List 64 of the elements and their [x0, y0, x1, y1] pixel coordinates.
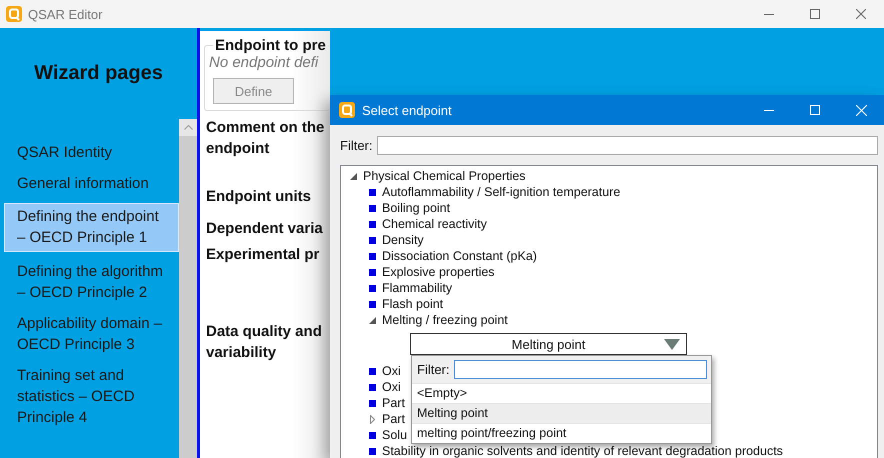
bullet-icon	[369, 284, 376, 292]
sidebar-item[interactable]: Training set and statistics – OECD Principle 4	[0, 364, 179, 429]
tree-item[interactable]: Autoflammability / Self-ignition temperature	[382, 185, 620, 199]
bullet-icon	[369, 400, 376, 406]
filter-field[interactable]	[376, 136, 878, 155]
bullet-icon	[369, 268, 376, 276]
sidebar-item[interactable]: General information	[0, 172, 179, 195]
endpoint-dropdown[interactable]: Melting point	[410, 333, 687, 355]
tree-item[interactable]: Stability in organic solvents and identity of relevant degradation products	[382, 444, 783, 458]
dropdown-option[interactable]: Melting point	[412, 403, 711, 423]
field-label: Dependent varia	[205, 219, 324, 239]
tree-item[interactable]: Part	[382, 412, 405, 426]
collapse-arrow-icon[interactable]	[350, 172, 357, 180]
group-title: Endpoint to pre	[214, 37, 327, 54]
sidebar-item[interactable]: Applicability domain – OECD Principle 3	[0, 312, 179, 356]
tree-item[interactable]: Flammability	[382, 281, 452, 295]
maximize-icon	[810, 105, 820, 115]
close-icon	[856, 104, 866, 116]
bullet-icon	[369, 236, 376, 244]
app-logo-icon	[6, 6, 22, 22]
bullet-icon	[369, 300, 376, 308]
bullet-icon	[369, 204, 376, 212]
dialog-title: Select endpoint	[362, 102, 452, 118]
tree-item[interactable]: Oxi	[382, 380, 401, 394]
sidebar-item[interactable]: QSAR Identity	[0, 141, 179, 164]
sidebar-title: Wizard pages	[34, 62, 163, 85]
sidebar-item[interactable]: Defining the algorithm – OECD Principle 2	[0, 260, 179, 304]
field-label: Data quality and variability	[205, 322, 323, 363]
status-text: No endpoint defi	[209, 54, 320, 71]
bullet-icon	[369, 188, 376, 196]
filter-label: Filter:	[340, 138, 372, 153]
scrollbar[interactable]	[179, 119, 197, 458]
field-label: Experimental pr	[205, 245, 320, 265]
tree-item[interactable]: Chemical reactivity	[382, 217, 487, 231]
bullet-icon	[369, 220, 376, 228]
bullet-icon	[369, 368, 376, 374]
bullet-icon	[369, 252, 376, 260]
field-label: Endpoint units	[205, 187, 312, 207]
tree-item[interactable]: Flash point	[382, 297, 444, 311]
field-label: Comment on the endpoint	[205, 118, 326, 159]
tree-item[interactable]: Part	[382, 396, 405, 410]
bullet-icon	[369, 448, 376, 454]
tree-item[interactable]: Melting / freezing point	[382, 313, 508, 327]
tree-item[interactable]: Boiling point	[382, 201, 450, 215]
dropdown-option[interactable]: melting point/freezing point	[412, 423, 711, 443]
sidebar-item[interactable]: Defining the endpoint – OECD Principle 1	[4, 203, 179, 252]
tree-item[interactable]: Dissociation Constant (pKa)	[382, 249, 537, 263]
window-title: QSAR Editor	[28, 6, 102, 22]
bullet-icon	[369, 432, 376, 438]
maximize-icon	[810, 9, 820, 19]
collapse-arrow-icon[interactable]	[369, 316, 376, 324]
tree-item[interactable]: Solu	[382, 428, 408, 442]
tree-item[interactable]: Density	[382, 233, 424, 247]
filter-field[interactable]	[454, 360, 707, 379]
tree-item[interactable]: Physical Chemical Properties	[363, 169, 526, 183]
caret-icon	[664, 339, 680, 350]
app-logo-icon	[339, 102, 355, 118]
expand-arrow-icon[interactable]	[370, 414, 375, 424]
close-icon	[856, 9, 866, 19]
filter-label: Filter:	[417, 362, 450, 377]
tree-item[interactable]: Oxi	[382, 364, 401, 378]
bullet-icon	[369, 384, 376, 390]
tree-item[interactable]: Explosive properties	[382, 265, 495, 279]
scroll-up-icon[interactable]	[184, 125, 192, 130]
